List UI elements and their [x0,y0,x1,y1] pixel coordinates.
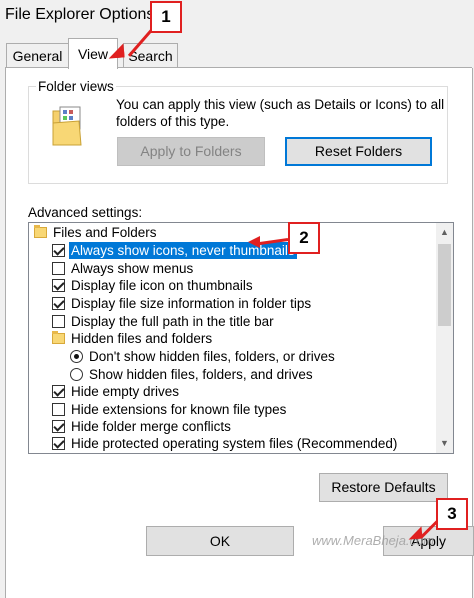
callout-arrowhead-1 [107,43,125,59]
checkbox-always-show-icons[interactable] [52,244,65,257]
callout-arrowhead-3 [407,526,423,540]
folder-icon [52,331,65,344]
checkbox-display-full-path[interactable] [52,315,65,328]
window-title: File Explorer Options [5,6,155,23]
tab-general-label: General [12,48,63,64]
setting-label: Show hidden files, folders, and drives [89,367,313,382]
callout-arrowhead-2 [248,236,260,248]
checkbox-hide-protected-files[interactable] [52,437,65,450]
setting-label: Hide folder merge conflicts [71,419,231,434]
advanced-settings-tree[interactable]: Files and Folders Always show icons, nev… [28,222,454,454]
callout-badge-1: 1 [150,1,182,33]
advanced-settings-label: Advanced settings: [28,205,143,220]
checkbox-display-file-size[interactable] [52,297,65,310]
checkbox-display-file-icon[interactable] [52,279,65,292]
tab-general[interactable]: General [6,43,69,67]
setting-label: Display file icon on thumbnails [71,278,253,293]
folder-views-icon [51,105,83,147]
checkbox-hide-empty-drives[interactable] [52,385,65,398]
callout-badge-3: 3 [436,498,468,530]
checkbox-hide-merge-conflicts[interactable] [52,420,65,433]
checkbox-always-show-menus[interactable] [52,262,65,275]
setting-label: Hide protected operating system files (R… [71,436,398,451]
setting-label: Display the full path in the title bar [71,314,274,329]
scroll-down-arrow-icon[interactable]: ▼ [436,435,453,452]
reset-folders-button[interactable]: Reset Folders [285,137,432,166]
folder-views-description: You can apply this view (such as Details… [116,97,445,129]
tab-view-label: View [77,46,109,62]
callout-badge-2: 2 [288,222,320,254]
scroll-up-arrow-icon[interactable]: ▲ [436,224,453,241]
setting-label: Hide extensions for known file types [71,402,287,417]
checkbox-hide-extensions[interactable] [52,403,65,416]
restore-defaults-button[interactable]: Restore Defaults [319,473,448,502]
setting-label: Don't show hidden files, folders, or dri… [89,349,335,364]
setting-label: Always show menus [71,261,194,276]
tree-scrollbar[interactable]: ▲ ▼ [436,223,453,453]
setting-label: Hide empty drives [71,384,180,399]
tree-folder-label: Files and Folders [53,225,157,240]
ok-button[interactable]: OK [146,526,294,556]
apply-to-folders-button[interactable]: Apply to Folders [117,137,265,166]
setting-label: Display file size information in folder … [71,296,312,311]
tree-folder-label: Hidden files and folders [71,331,213,346]
radio-dont-show-hidden[interactable] [70,350,83,363]
radio-show-hidden[interactable] [70,368,83,381]
folder-icon [34,225,47,238]
scrollbar-thumb[interactable] [438,244,451,326]
folder-views-group-label: Folder views [36,79,116,94]
